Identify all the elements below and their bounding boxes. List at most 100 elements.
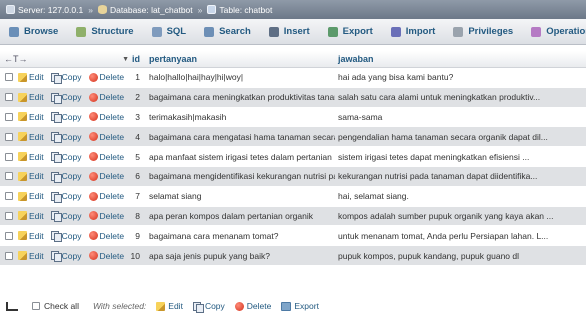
row-copy-label[interactable]: Copy <box>62 191 82 201</box>
column-header-id[interactable]: ▼ id <box>122 54 146 64</box>
tab-export[interactable]: Export <box>319 19 382 44</box>
row-copy-button[interactable]: Copy <box>50 191 82 203</box>
tab-import[interactable]: Import <box>382 19 445 44</box>
row-copy-button[interactable]: Copy <box>50 231 82 243</box>
row-delete-label[interactable]: Delete <box>100 132 125 142</box>
column-toggle-arrows[interactable]: ←T→ <box>0 54 124 64</box>
row-checkbox[interactable] <box>5 251 13 260</box>
row-edit-label[interactable]: Edit <box>29 152 44 162</box>
row-select[interactable] <box>0 192 18 201</box>
row-copy-label[interactable]: Copy <box>62 132 82 142</box>
row-delete-label[interactable]: Delete <box>100 112 125 122</box>
tab-label[interactable]: Operations <box>546 26 586 37</box>
row-delete-button[interactable]: Delete <box>88 112 125 122</box>
row-delete-label[interactable]: Delete <box>100 152 125 162</box>
row-select[interactable] <box>0 73 18 82</box>
row-copy-label[interactable]: Copy <box>62 231 82 241</box>
row-copy-button[interactable]: Copy <box>50 171 82 183</box>
column-header-jawaban[interactable]: jawaban <box>335 54 586 64</box>
tab-label[interactable]: Browse <box>24 26 58 37</box>
breadcrumb-database-label[interactable]: Database: lat_chatbot <box>110 5 193 15</box>
row-delete-label[interactable]: Delete <box>100 72 125 82</box>
tab-operations[interactable]: Operations <box>522 19 586 44</box>
breadcrumb-server[interactable]: Server: 127.0.0.1 <box>6 5 83 15</box>
column-header-id-label[interactable]: id <box>132 54 140 64</box>
row-copy-label[interactable]: Copy <box>62 72 82 82</box>
row-edit-label[interactable]: Edit <box>29 132 44 142</box>
row-edit-button[interactable]: Edit <box>18 92 44 102</box>
tab-label[interactable]: Search <box>219 26 251 37</box>
row-copy-label[interactable]: Copy <box>62 92 82 102</box>
breadcrumb-server-label[interactable]: Server: 127.0.0.1 <box>18 5 83 15</box>
tab-search[interactable]: Search <box>195 19 260 44</box>
row-copy-button[interactable]: Copy <box>50 211 82 223</box>
row-edit-label[interactable]: Edit <box>29 92 44 102</box>
row-checkbox[interactable] <box>5 192 13 201</box>
row-checkbox[interactable] <box>5 73 13 82</box>
column-header-pertanyaan[interactable]: pertanyaan <box>146 54 335 64</box>
row-delete-button[interactable]: Delete <box>88 191 124 201</box>
row-edit-button[interactable]: Edit <box>18 132 44 142</box>
check-all[interactable]: Check all <box>32 301 79 311</box>
tab-label[interactable]: SQL <box>167 26 187 37</box>
row-edit-button[interactable]: Edit <box>18 72 44 82</box>
breadcrumb-table-label[interactable]: Table: chatbot <box>219 5 272 15</box>
row-delete-button[interactable]: Delete <box>88 251 125 261</box>
tab-label[interactable]: Insert <box>284 26 310 37</box>
tab-label[interactable]: Privileges <box>468 26 513 37</box>
row-select[interactable] <box>0 172 18 181</box>
row-select[interactable] <box>0 112 18 121</box>
row-copy-button[interactable]: Copy <box>50 251 82 263</box>
row-delete-button[interactable]: Delete <box>88 132 125 142</box>
bulk-export-button[interactable]: Export <box>281 301 319 311</box>
row-delete-label[interactable]: Delete <box>100 251 125 261</box>
row-copy-label[interactable]: Copy <box>62 211 82 221</box>
tab-sql[interactable]: SQL <box>143 19 196 44</box>
row-edit-label[interactable]: Edit <box>29 211 44 221</box>
row-delete-button[interactable]: Delete <box>88 72 125 82</box>
row-edit-button[interactable]: Edit <box>18 171 44 181</box>
row-edit-button[interactable]: Edit <box>18 112 44 122</box>
tab-label[interactable]: Structure <box>91 26 133 37</box>
row-copy-label[interactable]: Copy <box>62 251 82 261</box>
row-copy-label[interactable]: Copy <box>62 171 82 181</box>
row-copy-button[interactable]: Copy <box>50 72 82 84</box>
row-select[interactable] <box>0 251 18 260</box>
row-checkbox[interactable] <box>5 152 13 161</box>
row-checkbox[interactable] <box>5 231 13 240</box>
row-delete-button[interactable]: Delete <box>88 231 125 241</box>
row-copy-button[interactable]: Copy <box>50 112 82 124</box>
row-checkbox[interactable] <box>5 211 13 220</box>
row-checkbox[interactable] <box>5 132 13 141</box>
row-select[interactable] <box>0 231 18 240</box>
tab-structure[interactable]: Structure <box>67 19 142 44</box>
check-all-checkbox[interactable] <box>32 302 40 310</box>
column-arrows-label[interactable]: ←T→ <box>4 54 28 64</box>
row-select[interactable] <box>0 132 18 141</box>
row-edit-label[interactable]: Edit <box>29 112 44 122</box>
tab-insert[interactable]: Insert <box>260 19 319 44</box>
row-delete-label[interactable]: Delete <box>100 231 125 241</box>
row-edit-button[interactable]: Edit <box>18 191 44 201</box>
row-select[interactable] <box>0 152 18 161</box>
row-checkbox[interactable] <box>5 172 13 181</box>
row-checkbox[interactable] <box>5 112 13 121</box>
row-delete-label[interactable]: Delete <box>100 211 125 221</box>
bulk-delete-button[interactable]: Delete <box>234 301 271 311</box>
breadcrumb-table[interactable]: Table: chatbot <box>207 5 272 15</box>
row-edit-button[interactable]: Edit <box>18 231 44 241</box>
row-checkbox[interactable] <box>5 93 13 102</box>
row-delete-button[interactable]: Delete <box>88 152 125 162</box>
bulk-export-label[interactable]: Export <box>294 301 319 311</box>
row-copy-label[interactable]: Copy <box>62 152 82 162</box>
row-copy-label[interactable]: Copy <box>62 112 82 122</box>
bulk-edit-button[interactable]: Edit <box>156 301 183 311</box>
row-copy-button[interactable]: Copy <box>50 132 82 144</box>
row-delete-label[interactable]: Delete <box>100 92 125 102</box>
row-edit-button[interactable]: Edit <box>18 211 44 221</box>
row-copy-button[interactable]: Copy <box>50 92 82 104</box>
row-delete-button[interactable]: Delete <box>88 171 124 181</box>
row-delete-button[interactable]: Delete <box>88 211 125 221</box>
row-select[interactable] <box>0 211 18 220</box>
row-edit-button[interactable]: Edit <box>18 152 44 162</box>
